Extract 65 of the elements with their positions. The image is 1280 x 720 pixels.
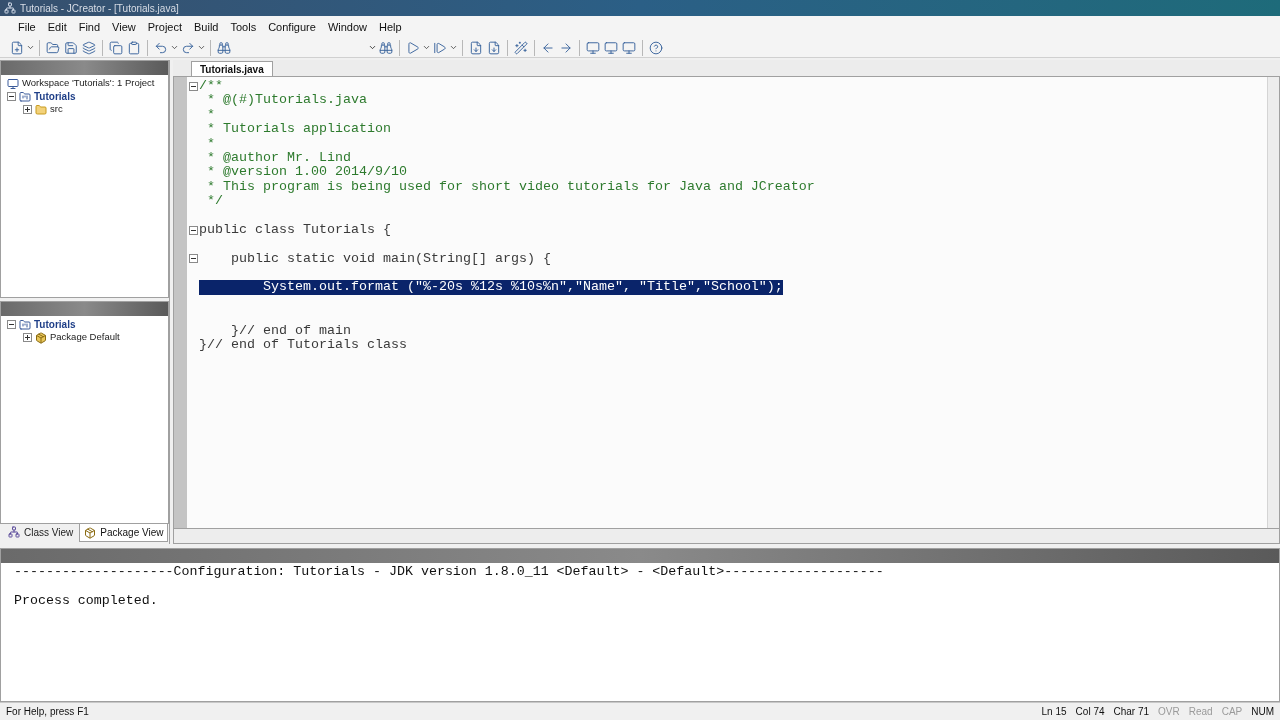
menu-item[interactable]: Configure [262, 18, 322, 36]
horizontal-scrollbar[interactable] [173, 529, 1280, 544]
tree-item[interactable]: Workspace 'Tutorials': 1 Project [22, 76, 155, 91]
caret-icon[interactable] [197, 43, 206, 52]
vertical-scrollbar[interactable] [1267, 77, 1279, 528]
status-indicator: CAP [1221, 705, 1243, 719]
file-tab[interactable]: Tutorials.java [191, 61, 273, 76]
caret-icon[interactable] [26, 43, 35, 52]
caret-icon[interactable] [170, 43, 179, 52]
code-line: * Tutorials application [206, 122, 391, 137]
code-line: public class Tutorials { [199, 222, 391, 238]
project-icon [19, 90, 31, 103]
menu-item[interactable]: Tools [224, 18, 263, 36]
output-line: Process completed. [14, 594, 158, 609]
expand-toggle[interactable] [23, 333, 32, 342]
menu-item[interactable]: Find [72, 18, 107, 36]
menu-item[interactable]: File [12, 18, 42, 36]
code-line: * @author Mr. Lind [206, 150, 351, 166]
collapse-toggle[interactable] [7, 92, 16, 101]
tree-item[interactable]: Tutorials [34, 89, 76, 104]
app-icon [4, 2, 16, 14]
code-line: public static void main(String[] args) { [230, 251, 551, 267]
code-line: * @version 1.00 2014/9/10 [206, 165, 407, 180]
menu-item[interactable]: View [106, 18, 142, 36]
status-indicator: NUM [1251, 705, 1274, 719]
project-icon [19, 318, 31, 331]
code-line: }// end of Tutorials class [199, 338, 407, 353]
code-line: * @(#)Tutorials.java [206, 93, 367, 108]
output-line: --------------------Configuration: Tutorials - JDK version 1.8.0_11 <Default> - <Default>-------------------- [14, 565, 884, 580]
window-title: Tutorials - JCreator - [Tutorials.java] [20, 1, 179, 16]
caret-icon[interactable] [368, 43, 377, 52]
tree-item[interactable]: Tutorials [34, 317, 76, 332]
tree-item[interactable]: Package Default [50, 330, 120, 345]
menu-item[interactable]: Build [188, 18, 225, 36]
code-line: * This program is being used for short video tutorials for Java and JCreator [206, 179, 815, 195]
code-line: /** [199, 79, 223, 94]
workspace-icon [7, 77, 19, 90]
package-icon [35, 331, 47, 344]
status-indicator: Read [1188, 705, 1213, 719]
collapse-toggle[interactable] [7, 320, 16, 329]
collapse-toggle[interactable] [188, 81, 198, 91]
caret-icon[interactable] [422, 43, 431, 52]
menu-item[interactable]: Help [373, 18, 408, 36]
menu-item[interactable]: Edit [41, 18, 73, 36]
menu-item[interactable]: Window [321, 18, 373, 36]
view-tab[interactable]: Class View [4, 524, 78, 540]
code-line: * [206, 107, 215, 123]
folder-icon [35, 103, 47, 116]
caret-icon[interactable] [449, 43, 458, 52]
collapse-toggle[interactable] [188, 254, 198, 264]
code-line: */ [206, 194, 223, 209]
status-indicator: Char 71 [1113, 705, 1150, 719]
view-tab[interactable]: Package View [79, 524, 169, 542]
expand-toggle[interactable] [23, 105, 32, 114]
code-line: * [206, 136, 215, 151]
status-indicator: Ln 15 [1041, 705, 1067, 719]
status-indicator: OVR [1158, 705, 1180, 719]
status-text: For Help, press F1 [6, 705, 89, 719]
class-view-icon [8, 526, 20, 538]
code-line: }// end of main [230, 323, 351, 339]
collapse-toggle[interactable] [188, 225, 198, 235]
menu-item[interactable]: Project [141, 18, 188, 36]
tree-item[interactable]: src [50, 102, 63, 117]
status-indicator: Col 74 [1075, 705, 1105, 719]
package-icon [84, 526, 97, 539]
